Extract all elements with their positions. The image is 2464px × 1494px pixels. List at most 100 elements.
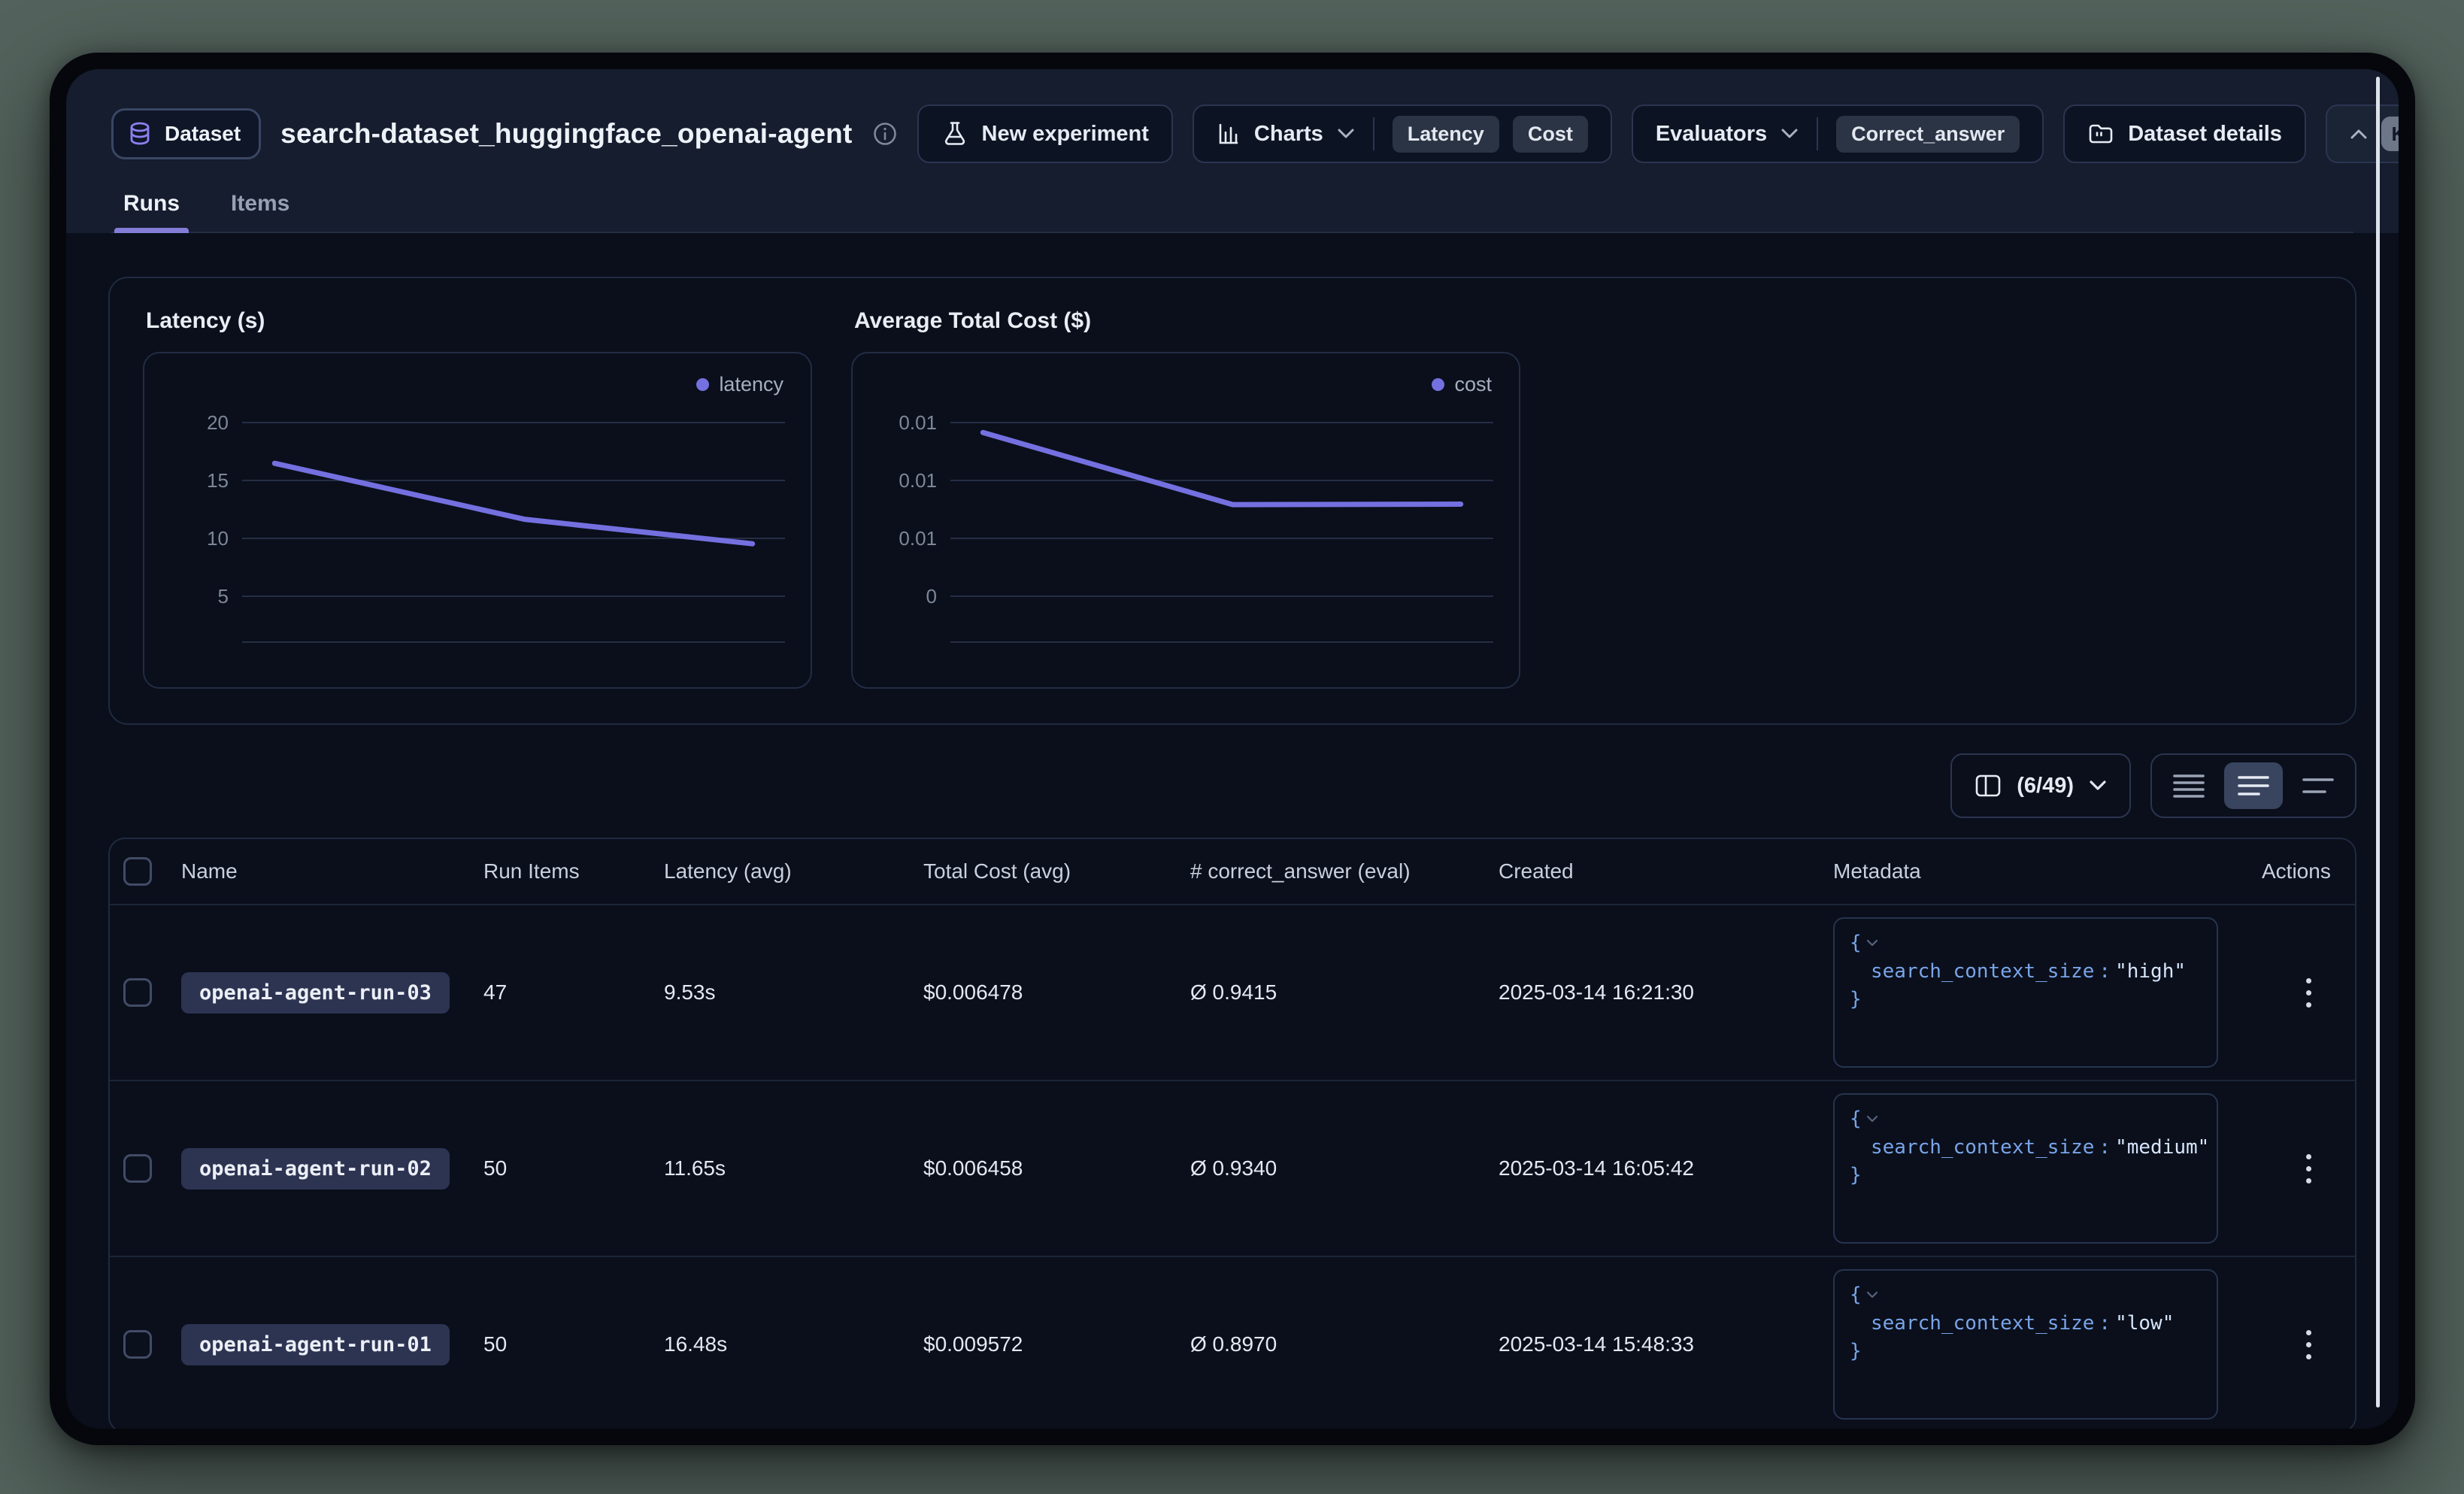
desktop-background: Dataset search-dataset_huggingface_opena… <box>0 0 2464 1494</box>
column-count-label: (6/49) <box>2017 774 2074 799</box>
charts-button[interactable]: Charts Latency Cost <box>1193 105 1612 163</box>
chart-legend: cost <box>1432 373 1492 396</box>
legend-dot <box>1432 378 1444 391</box>
tab-bar: Runs Items <box>111 164 2353 233</box>
total-cost-value: $0.006478 <box>923 980 1190 1005</box>
legend-label: cost <box>1454 373 1492 396</box>
collapse-user-k-button[interactable]: K <box>2326 105 2399 163</box>
svg-text:0.01: 0.01 <box>899 411 937 434</box>
row-height-tall-option[interactable] <box>2289 762 2347 809</box>
total-cost-value: $0.006458 <box>923 1156 1190 1180</box>
dataset-badge: Dataset <box>111 108 261 159</box>
column-header-created[interactable]: Created <box>1499 859 1833 883</box>
row-actions-kebab[interactable] <box>2306 1330 2311 1359</box>
column-header-latency[interactable]: Latency (avg) <box>664 859 923 883</box>
column-header-correct-answer[interactable]: # correct_answer (eval) <box>1190 859 1499 883</box>
row-checkbox[interactable] <box>123 1330 152 1359</box>
column-header-metadata[interactable]: Metadata <box>1833 859 2262 883</box>
table-row: openai-agent-run-02 50 11.65s $0.006458 … <box>110 1080 2355 1256</box>
latency-chart: 2015105latency <box>143 352 812 689</box>
flask-icon <box>941 120 968 147</box>
cost-chart-group: Average Total Cost ($) 0.010.010.010cost <box>851 308 1520 689</box>
table-row: openai-agent-run-01 50 16.48s $0.009572 … <box>110 1256 2355 1429</box>
table-controls: (6/49) <box>108 753 2356 818</box>
tab-items[interactable]: Items <box>222 183 299 232</box>
chevron-down-icon <box>1337 128 1355 140</box>
cost-chart: 0.010.010.010cost <box>851 352 1520 689</box>
folder-icon <box>2087 121 2114 147</box>
dataset-badge-label: Dataset <box>165 122 241 146</box>
evaluator-chip-correct-answer[interactable]: Correct_answer <box>1836 116 2020 153</box>
metadata-json[interactable]: { search_context_size: "low" } <box>1833 1269 2218 1420</box>
run-items-value: 47 <box>483 980 664 1005</box>
column-header-total-cost[interactable]: Total Cost (avg) <box>923 859 1190 883</box>
charts-button-label: Charts <box>1254 122 1323 147</box>
chart-legend: latency <box>696 373 783 396</box>
evaluators-button[interactable]: Evaluators Correct_answer <box>1632 105 2044 163</box>
row-height-toggle <box>2150 753 2356 818</box>
select-all-checkbox[interactable] <box>123 857 152 886</box>
collapse-chevron-icon[interactable] <box>1866 939 1878 947</box>
row-height-medium-option[interactable] <box>2224 762 2283 809</box>
metadata-json[interactable]: { search_context_size: "high" } <box>1833 917 2218 1068</box>
legend-label: latency <box>719 373 783 396</box>
table-row: openai-agent-run-03 47 9.53s $0.006478 Ø… <box>110 904 2355 1080</box>
svg-text:0: 0 <box>926 585 937 608</box>
column-header-run-items[interactable]: Run Items <box>483 859 664 883</box>
svg-text:5: 5 <box>218 585 229 608</box>
latency-value: 16.48s <box>664 1332 923 1356</box>
svg-text:20: 20 <box>207 411 229 434</box>
new-experiment-button[interactable]: New experiment <box>917 105 1173 163</box>
created-value: 2025-03-14 15:48:33 <box>1499 1332 1833 1356</box>
run-name-chip[interactable]: openai-agent-run-01 <box>181 1324 450 1365</box>
cost-chart-title: Average Total Cost ($) <box>854 308 1520 334</box>
app-window: Dataset search-dataset_huggingface_opena… <box>50 53 2415 1445</box>
latency-value: 9.53s <box>664 980 923 1005</box>
latency-chart-group: Latency (s) 2015105latency <box>143 308 812 689</box>
app-window-content: Dataset search-dataset_huggingface_opena… <box>66 69 2399 1429</box>
evaluators-button-label: Evaluators <box>1656 122 1767 147</box>
rows-medium-icon <box>2236 772 2271 799</box>
svg-text:0.01: 0.01 <box>899 469 937 492</box>
database-icon <box>126 120 154 148</box>
chart-chip-latency[interactable]: Latency <box>1393 116 1499 153</box>
avatar-k: K <box>2381 117 2399 151</box>
scrollbar[interactable] <box>2376 77 2380 1408</box>
divider <box>1817 117 1818 150</box>
row-actions-kebab[interactable] <box>2306 1154 2311 1183</box>
run-name-chip[interactable]: openai-agent-run-02 <box>181 1148 450 1189</box>
table-header-row: Name Run Items Latency (avg) Total Cost … <box>110 839 2355 904</box>
latency-chart-title: Latency (s) <box>146 308 812 334</box>
metadata-json[interactable]: { search_context_size: "medium" } <box>1833 1093 2218 1244</box>
tab-runs[interactable]: Runs <box>114 183 189 232</box>
charts-panel: Latency (s) 2015105latency Average Total… <box>108 277 2356 725</box>
collapse-chevron-icon[interactable] <box>1866 1291 1878 1299</box>
columns-icon <box>1975 774 2002 798</box>
header: Dataset search-dataset_huggingface_opena… <box>66 69 2399 233</box>
correct-answer-value: Ø 0.9415 <box>1190 980 1499 1005</box>
chevron-up-icon <box>2350 128 2368 140</box>
rows-tall-icon <box>2301 772 2335 799</box>
collapse-chevron-icon[interactable] <box>1866 1115 1878 1123</box>
dataset-details-label: Dataset details <box>2128 122 2282 147</box>
chart-chip-cost[interactable]: Cost <box>1513 116 1588 153</box>
row-checkbox[interactable] <box>123 978 152 1007</box>
latency-value: 11.65s <box>664 1156 923 1180</box>
svg-text:10: 10 <box>207 527 229 550</box>
new-experiment-label: New experiment <box>982 122 1149 147</box>
info-icon[interactable] <box>872 121 898 147</box>
bar-chart-icon <box>1217 122 1241 146</box>
header-row: Dataset search-dataset_huggingface_opena… <box>111 104 2353 164</box>
divider <box>1373 117 1374 150</box>
rows-compact-icon <box>2172 772 2206 799</box>
dataset-details-button[interactable]: Dataset details <box>2063 105 2306 163</box>
row-height-compact-option[interactable] <box>2159 762 2218 809</box>
column-header-name[interactable]: Name <box>181 859 483 883</box>
correct-answer-value: Ø 0.9340 <box>1190 1156 1499 1180</box>
row-actions-kebab[interactable] <box>2306 978 2311 1008</box>
total-cost-value: $0.009572 <box>923 1332 1190 1356</box>
row-checkbox[interactable] <box>123 1154 152 1183</box>
column-visibility-button[interactable]: (6/49) <box>1950 753 2131 818</box>
run-name-chip[interactable]: openai-agent-run-03 <box>181 972 450 1014</box>
created-value: 2025-03-14 16:21:30 <box>1499 980 1833 1005</box>
